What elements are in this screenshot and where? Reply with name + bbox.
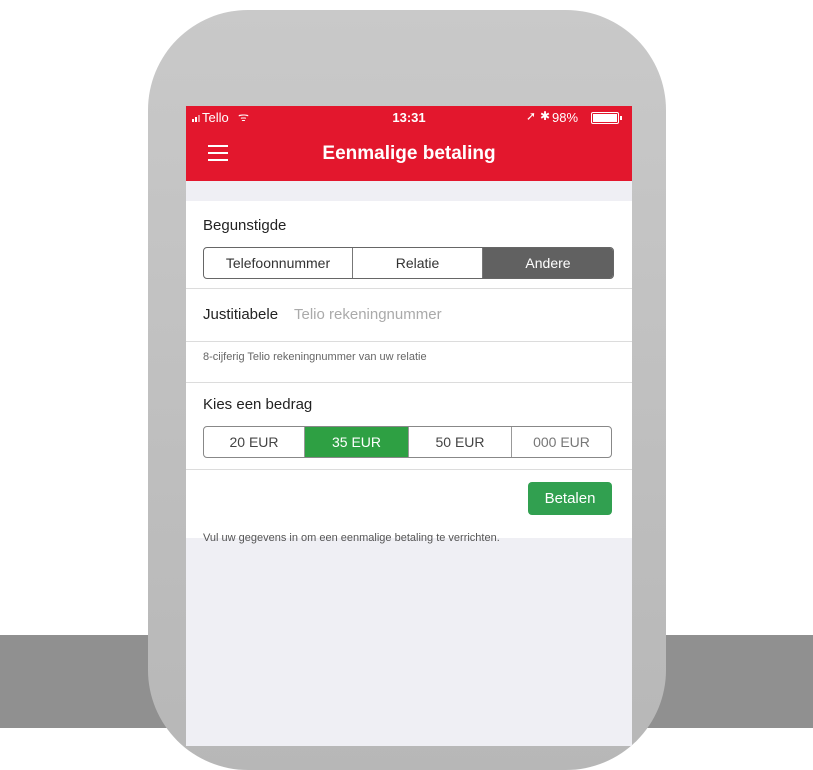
app-header: Tello ᯤ 13:31 ➚ ✱ 98% Eenmalige betaling [186,106,632,181]
page-title: Eenmalige betaling [322,143,496,164]
location-icon: ➚ [526,109,537,123]
beneficiary-option-telefoonnummer[interactable]: Telefoonnummer [204,248,353,278]
footer-note: Vul uw gegevens in om een eenmalige beta… [203,532,500,544]
divider [186,382,632,383]
amount-option-50[interactable]: 50 EUR [409,427,512,457]
battery-percentage: 98% [552,110,579,125]
amount-option-20[interactable]: 20 EUR [204,427,305,457]
amount-custom-input[interactable]: 000 EUR [512,427,611,457]
pay-button[interactable]: Betalen [528,482,612,515]
beneficiary-option-relatie[interactable]: Relatie [353,248,483,278]
beneficiary-label: Begunstigde [203,217,287,234]
amount-selector: 20 EUR 35 EUR 50 EUR 000 EUR [203,426,612,458]
beneficiary-selector: Telefoonnummer Relatie Andere [203,247,614,279]
divider [186,341,632,342]
battery-icon [591,112,622,124]
divider [186,288,632,289]
status-bar: Tello ᯤ 13:31 ➚ ✱ 98% [186,106,632,128]
phone-screen: Tello ᯤ 13:31 ➚ ✱ 98% Eenmalige betaling… [186,106,632,746]
amount-label: Kies een bedrag [203,396,313,413]
divider [186,469,632,470]
bluetooth-icon: ✱ [540,109,551,123]
account-number-input[interactable] [294,301,614,327]
amount-option-35[interactable]: 35 EUR [305,427,409,457]
beneficiary-option-andere[interactable]: Andere [483,248,613,278]
account-field-label: Justitiabele [203,306,279,323]
account-hint: 8-cijferig Telio rekeningnummer van uw r… [203,351,427,363]
